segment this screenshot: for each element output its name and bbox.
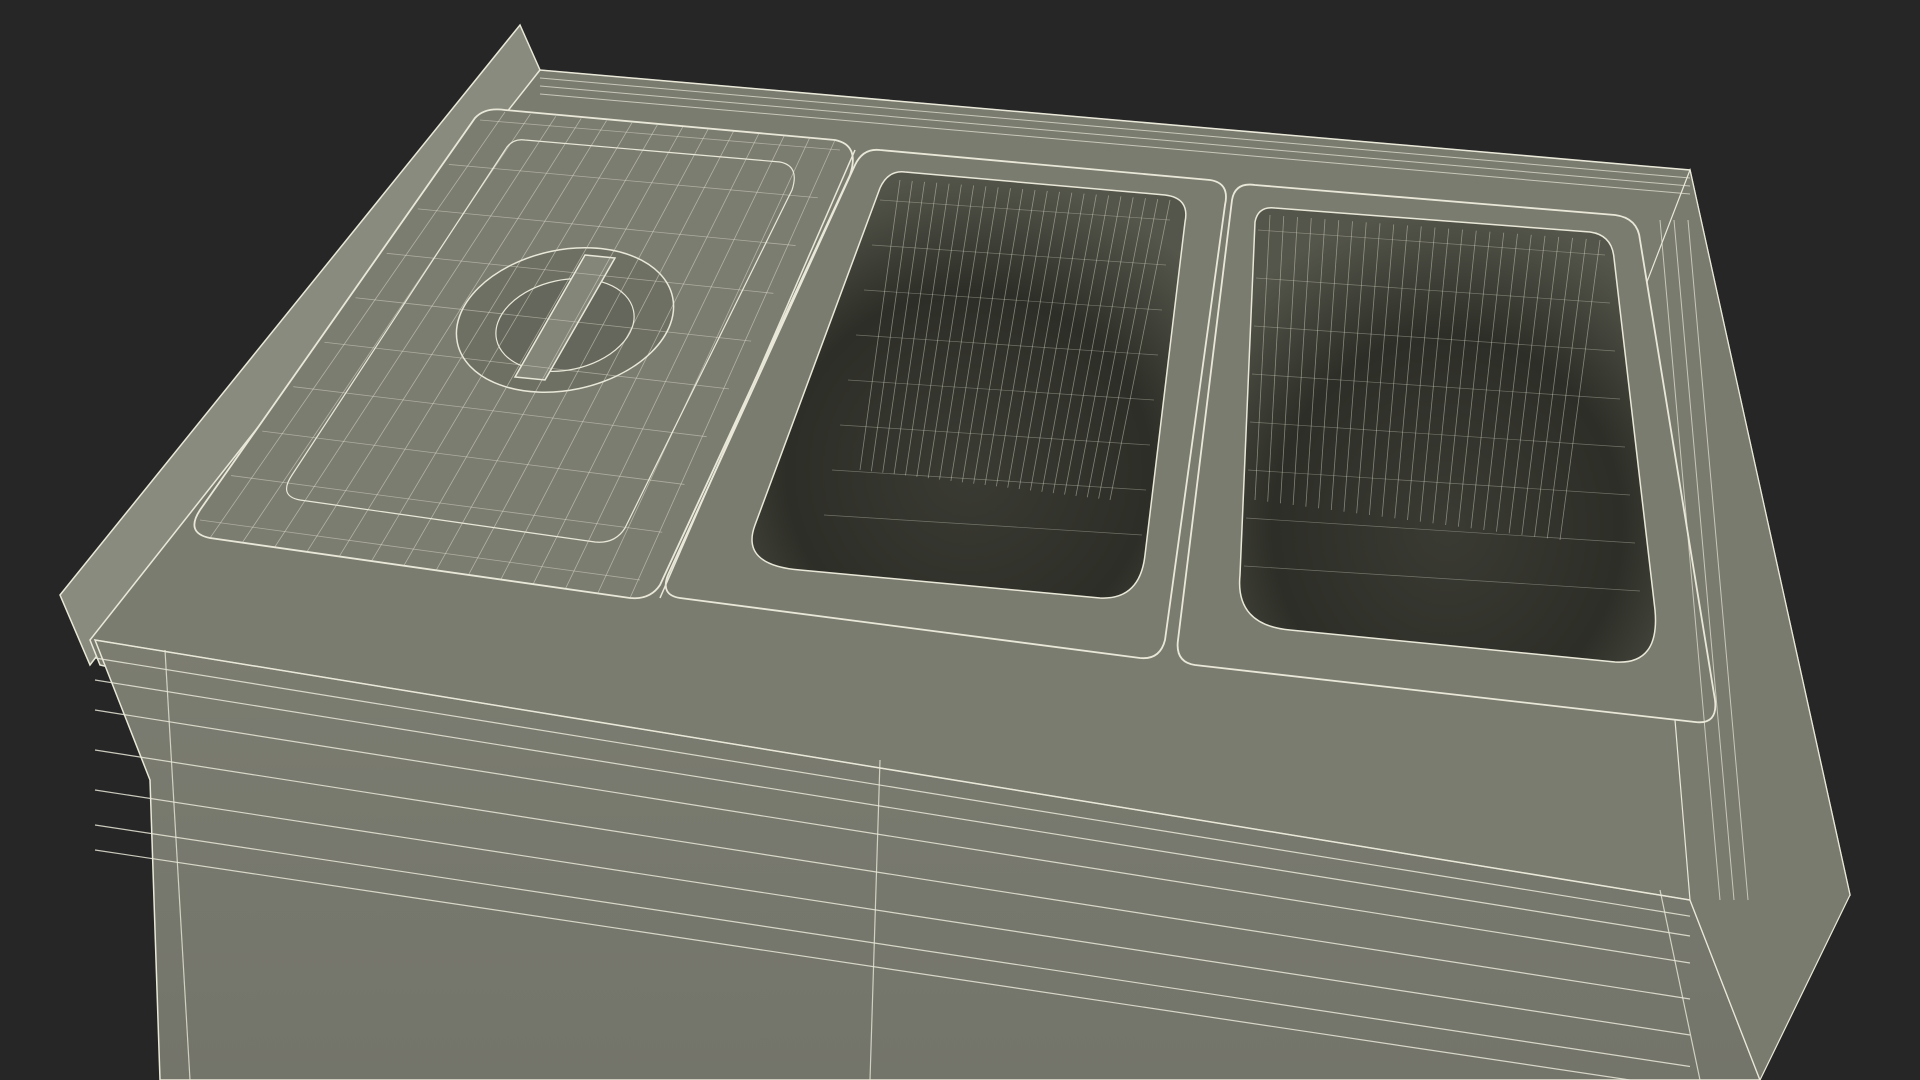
wireframe-render [59,23,1851,1080]
viewport [0,0,1920,1080]
